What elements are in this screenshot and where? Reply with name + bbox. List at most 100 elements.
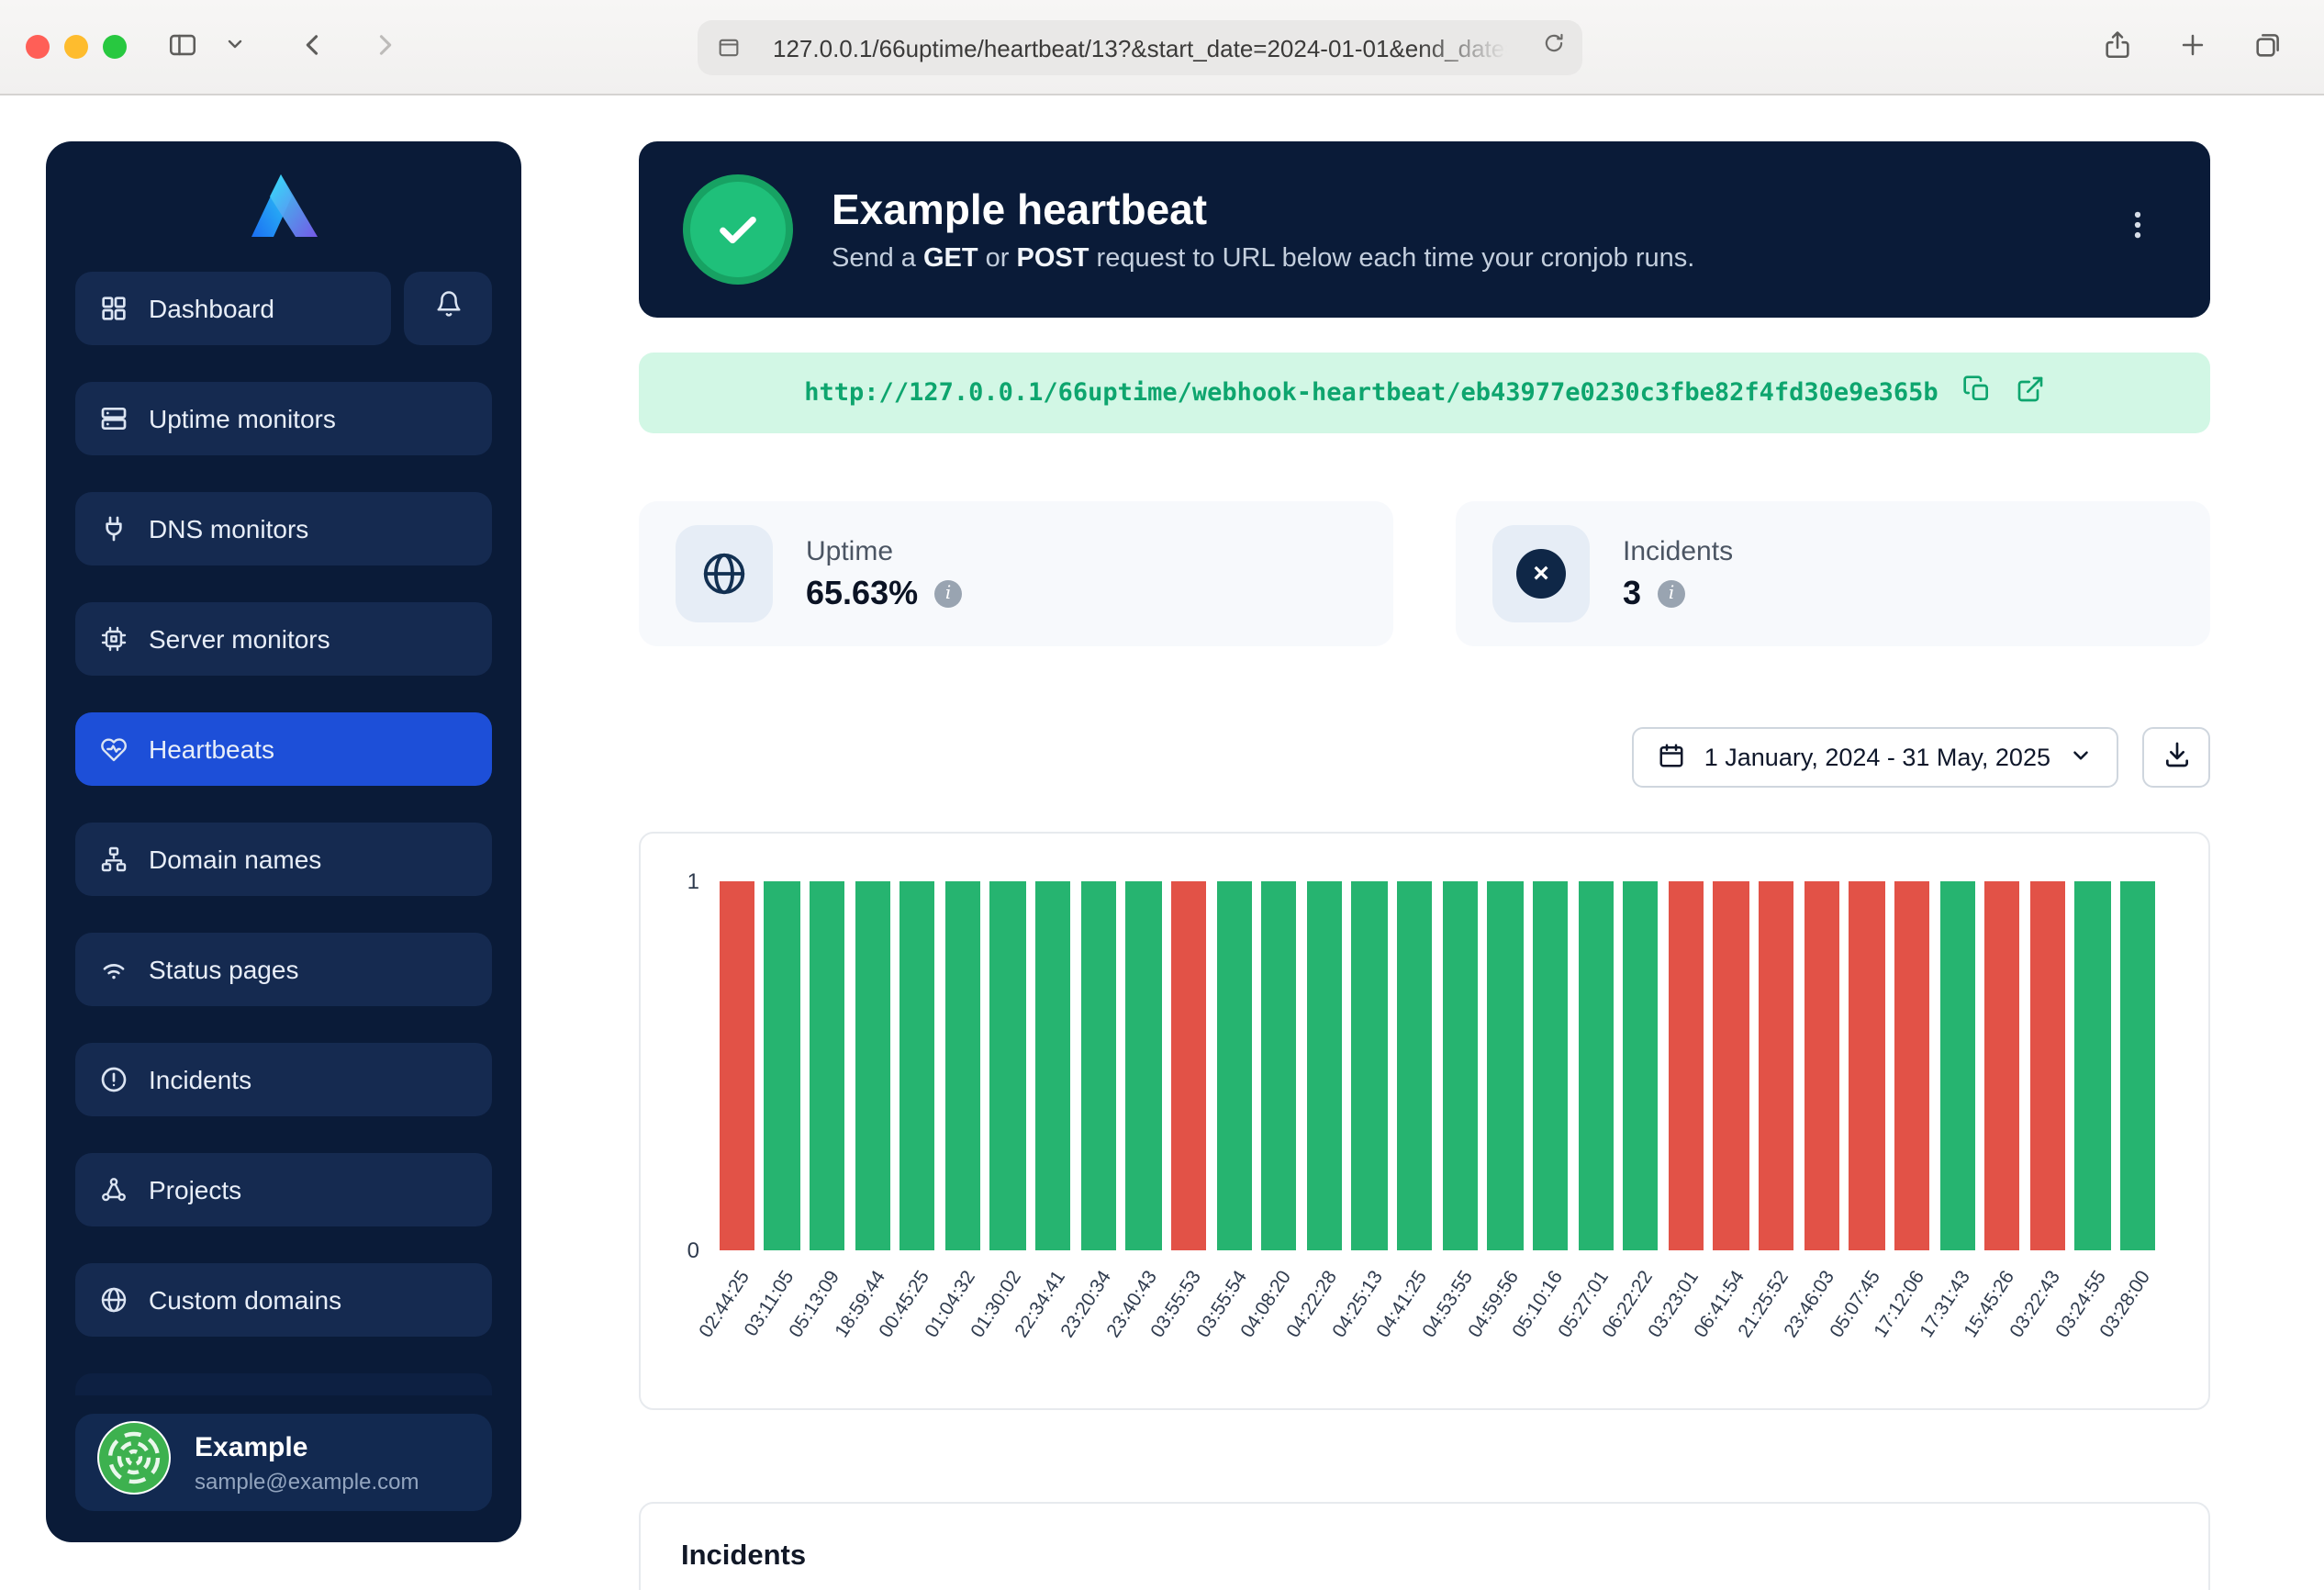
bar-slot xyxy=(1347,881,1392,1250)
bar-slot xyxy=(2025,881,2070,1250)
browser-toolbar: 127.0.0.1/66uptime/heartbeat/13?&start_d… xyxy=(0,0,2324,95)
avatar xyxy=(97,1421,171,1504)
bar-slot xyxy=(1935,881,1980,1250)
new-tab-button[interactable] xyxy=(2173,25,2212,69)
kebab-icon xyxy=(2120,218,2155,250)
profile-email: sample@example.com xyxy=(195,1468,419,1494)
profile-name: Example xyxy=(195,1431,419,1464)
heartbeat-bar-up[interactable] xyxy=(945,881,980,1250)
sidebar-item-heartbeats[interactable]: Heartbeats xyxy=(75,712,492,786)
bar-slot xyxy=(1076,881,1121,1250)
sidebar-item-custom-domains[interactable]: Custom domains xyxy=(75,1263,492,1337)
heartbeat-bar-up[interactable] xyxy=(2075,881,2110,1250)
sidebar-item-server-monitors[interactable]: Server monitors xyxy=(75,602,492,676)
heartbeat-bar-up[interactable] xyxy=(1442,881,1477,1250)
close-window-button[interactable] xyxy=(26,35,50,59)
bar-slot xyxy=(1392,881,1437,1250)
panel-icon xyxy=(167,28,198,65)
sidebar-item-uptime-monitors[interactable]: Uptime monitors xyxy=(75,382,492,455)
heartbeat-bar-up[interactable] xyxy=(1261,881,1296,1250)
incidents-info-icon[interactable]: i xyxy=(1658,579,1685,607)
heartbeat-bar-up[interactable] xyxy=(810,881,844,1250)
heartbeat-bar-down[interactable] xyxy=(1894,881,1929,1250)
calendar-icon xyxy=(1659,741,1686,774)
heartbeat-chart: 1 0 02:44:2503:11:0505:13:0918:59:4400:4… xyxy=(639,832,2210,1410)
heartbeat-bar-up[interactable] xyxy=(1352,881,1387,1250)
open-url-button[interactable] xyxy=(2016,374,2045,412)
heartbeat-bar-up[interactable] xyxy=(1488,881,1523,1250)
reload-icon[interactable] xyxy=(1542,31,1566,64)
heartbeat-bar-down[interactable] xyxy=(1849,881,1884,1250)
address-bar[interactable]: 127.0.0.1/66uptime/heartbeat/13?&start_d… xyxy=(698,20,1582,75)
heartbeat-bar-up[interactable] xyxy=(1126,881,1161,1250)
tab-overview-button[interactable] xyxy=(2249,25,2287,69)
heartbeat-bar-down[interactable] xyxy=(2030,881,2065,1250)
copy-url-button[interactable] xyxy=(1962,374,1992,412)
sidebar-row: Status pages xyxy=(75,933,492,1006)
monitors-icon xyxy=(99,404,128,433)
heartbeat-bar-up[interactable] xyxy=(1533,881,1568,1250)
heartbeat-bar-up[interactable] xyxy=(990,881,1025,1250)
sidebar-item-projects[interactable]: Projects xyxy=(75,1153,492,1226)
uptime-label: Uptime xyxy=(806,535,962,566)
notifications-button[interactable] xyxy=(404,272,492,345)
heartbeat-bar-up[interactable] xyxy=(1080,881,1115,1250)
sidebar-item-dns-monitors[interactable]: DNS monitors xyxy=(75,492,492,565)
heartbeat-bar-up[interactable] xyxy=(899,881,934,1250)
bar-slot xyxy=(850,881,895,1250)
sidebar-item-label: Projects xyxy=(149,1175,241,1204)
zoom-window-button[interactable] xyxy=(103,35,127,59)
window-controls xyxy=(26,35,127,59)
date-range-button[interactable]: 1 January, 2024 - 31 May, 2025 xyxy=(1633,727,2118,788)
sidebar-item-dashboard[interactable]: Dashboard xyxy=(75,272,391,345)
heartbeat-bar-down[interactable] xyxy=(1984,881,2019,1250)
minimize-window-button[interactable] xyxy=(64,35,88,59)
x-axis-labels: 02:44:2503:11:0505:13:0918:59:4400:45:25… xyxy=(714,1260,2161,1406)
webhook-url[interactable]: http://127.0.0.1/66uptime/webhook-heartb… xyxy=(804,378,1938,408)
sidebar-item-status-pages[interactable]: Status pages xyxy=(75,933,492,1006)
heartbeat-bar-up[interactable] xyxy=(1578,881,1613,1250)
heartbeat-bar-down[interactable] xyxy=(1171,881,1206,1250)
heartbeat-bar-down[interactable] xyxy=(1714,881,1749,1250)
share-button[interactable] xyxy=(2098,25,2137,69)
heartbeat-bar-up[interactable] xyxy=(765,881,799,1250)
bar-slot xyxy=(805,881,850,1250)
heartbeat-bar-down[interactable] xyxy=(1804,881,1838,1250)
y-tick-bottom: 0 xyxy=(687,1237,699,1263)
forward-button[interactable] xyxy=(365,25,404,69)
sidebar-toggle-button[interactable] xyxy=(163,25,202,69)
bar-slot xyxy=(2071,881,2116,1250)
bar-slot xyxy=(1437,881,1482,1250)
heartbeat-bar-up[interactable] xyxy=(1307,881,1342,1250)
heartbeat-bar-up[interactable] xyxy=(1397,881,1432,1250)
heartbeat-bar-down[interactable] xyxy=(719,881,754,1250)
app-logo[interactable] xyxy=(75,163,492,244)
globe-icon xyxy=(676,525,773,622)
sidebar-nav: Dashboard Uptime monitors DNS monitors Serv… xyxy=(75,272,492,1337)
profile-card[interactable]: Example sample@example.com xyxy=(75,1414,492,1511)
heartbeat-bar-down[interactable] xyxy=(1669,881,1704,1250)
main-content: Example heartbeat Send a GET or POST req… xyxy=(639,141,2210,1590)
uptime-info-icon[interactable]: i xyxy=(934,579,962,607)
sidebar-item-incidents[interactable]: Incidents xyxy=(75,1043,492,1116)
heartbeat-bar-up[interactable] xyxy=(1623,881,1658,1250)
heartbeat-bar-down[interactable] xyxy=(1759,881,1793,1250)
share-icon xyxy=(2102,28,2133,65)
sidebar-item-domain-names[interactable]: Domain names xyxy=(75,823,492,896)
heartbeat-bar-up[interactable] xyxy=(2120,881,2155,1250)
heartbeat-bar-up[interactable] xyxy=(1939,881,1974,1250)
bell-icon xyxy=(434,290,462,327)
heartbeat-bar-up[interactable] xyxy=(855,881,889,1250)
bar-slot xyxy=(1031,881,1076,1250)
more-options-button[interactable] xyxy=(2109,200,2166,259)
bar-slot xyxy=(1663,881,1708,1250)
heartbeat-bar-up[interactable] xyxy=(1035,881,1070,1250)
sidebar-row: Uptime monitors xyxy=(75,382,492,455)
sidebar-item-label: Status pages xyxy=(149,955,298,984)
bar-slot xyxy=(1799,881,1844,1250)
sidebar-item-label: DNS monitors xyxy=(149,514,308,543)
download-button[interactable] xyxy=(2142,727,2210,788)
toolbar-chevron-button[interactable] xyxy=(220,29,250,64)
back-button[interactable] xyxy=(294,25,332,69)
heartbeat-bar-up[interactable] xyxy=(1216,881,1251,1250)
